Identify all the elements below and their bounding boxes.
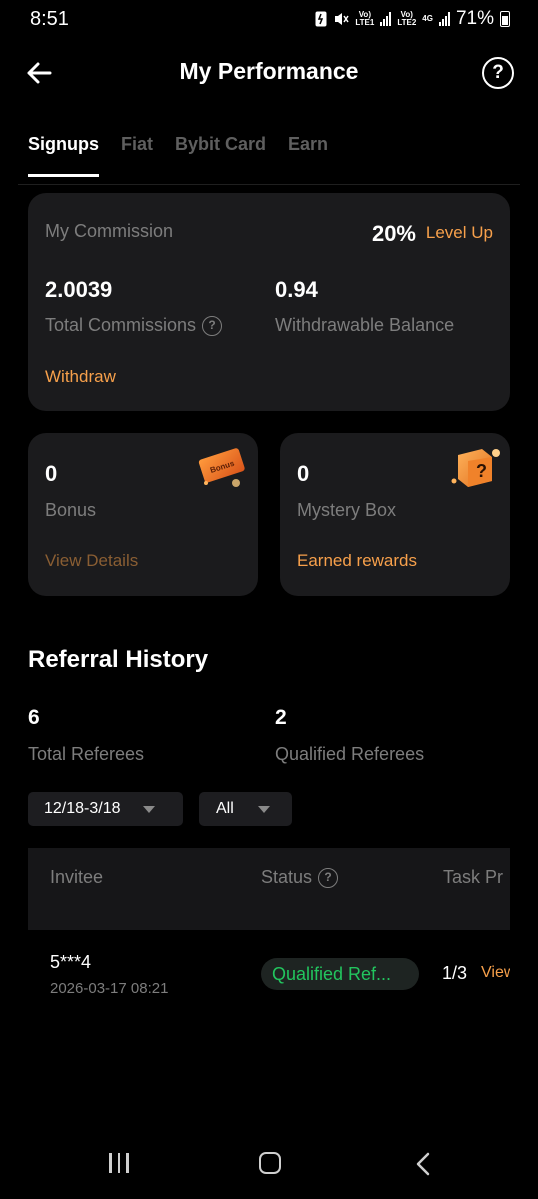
view-details-link[interactable]: View Details	[45, 551, 138, 571]
referral-table: Invitee Status? Task Pr 5***4 2026-03-17…	[28, 848, 510, 1018]
system-nav-bar	[0, 1129, 538, 1199]
tab-fiat[interactable]: Fiat	[121, 134, 153, 177]
status-filter-text: All	[216, 800, 234, 817]
commission-rate: 20%	[371, 221, 416, 246]
mystery-box-label: Mystery Box	[297, 500, 397, 520]
total-commissions-value: 2.0039	[45, 277, 113, 302]
qualified-referees-value: 2	[275, 706, 287, 729]
withdrawable-label: Withdrawable Balance	[275, 315, 455, 335]
total-commissions-text: Total Commissions	[45, 315, 197, 335]
4g-label: 4G	[422, 14, 433, 23]
mystery-box-value: 0	[297, 461, 310, 486]
total-referees-value: 6	[28, 706, 40, 729]
earned-rewards-link[interactable]: Earned rewards	[297, 551, 417, 571]
lte2-label: Vo) LTE2	[397, 10, 417, 27]
tab-bybit-card[interactable]: Bybit Card	[175, 134, 266, 177]
bonus-value: 0	[45, 461, 58, 486]
status-badge: Qualified Ref...	[261, 958, 419, 990]
question-icon[interactable]: ?	[318, 868, 339, 889]
status-time: 8:51	[30, 8, 69, 30]
bonus-card[interactable]: 0 Bonus View Details Bonus	[28, 433, 258, 596]
battery-percent: 71%	[455, 8, 494, 29]
bonus-label: Bonus	[45, 500, 97, 520]
date-range-filter[interactable]: 12/18-3/18	[28, 792, 183, 826]
status-bar: 8:51 Vo) LTE1 Vo) LTE2 4G 71%	[0, 0, 538, 40]
qualified-referees-label: Qualified Referees	[275, 744, 425, 764]
commission-card: My Commission 20% Level Up 2.0039 Total …	[28, 193, 510, 411]
svg-text:?: ?	[476, 461, 487, 481]
help-icon[interactable]: ?	[482, 57, 514, 89]
invitee-date: 2026-03-17 08:21	[50, 980, 169, 997]
header-invitee: Invitee	[50, 867, 104, 887]
tab-earn[interactable]: Earn	[288, 134, 328, 177]
task-progress: 1/3	[442, 963, 468, 983]
date-range-text: 12/18-3/18	[44, 800, 121, 817]
tab-bar: Signups Fiat Bybit Card Earn	[28, 134, 328, 177]
header-task-progress: Task Pr	[443, 867, 504, 887]
status-icons: Vo) LTE1 Vo) LTE2 4G 71%	[315, 8, 510, 30]
header-status-text: Status	[261, 867, 313, 887]
withdraw-link[interactable]: Withdraw	[45, 367, 116, 387]
withdrawable-value: 0.94	[275, 277, 318, 302]
total-referees-label: Total Referees	[28, 744, 145, 764]
page-title: My Performance	[179, 58, 359, 84]
app-header: My Performance ?	[0, 48, 538, 98]
question-icon[interactable]: ?	[202, 316, 223, 337]
nav-home-icon[interactable]	[259, 1152, 281, 1174]
mystery-box-icon: ?	[451, 449, 500, 487]
caret-down-icon	[257, 805, 270, 813]
signal-icon-2	[438, 12, 450, 26]
caret-down-icon	[142, 805, 155, 813]
table-header: Invitee Status? Task Pr	[28, 848, 510, 930]
level-up-link[interactable]: Level Up	[426, 223, 493, 243]
invitee-name: 5***4	[50, 952, 92, 972]
tab-signups[interactable]: Signups	[28, 134, 99, 177]
commission-title: My Commission	[45, 221, 174, 241]
header-status: Status?	[261, 867, 339, 889]
status-filter[interactable]: All	[199, 792, 292, 826]
mute-icon	[335, 13, 349, 25]
view-link[interactable]: View	[481, 964, 510, 982]
total-commissions-label: Total Commissions?	[45, 315, 223, 337]
bonus-ticket-icon: Bonus	[198, 448, 245, 487]
lte1-label: Vo) LTE1	[355, 10, 375, 27]
battery-icon	[500, 11, 510, 27]
signal-icon	[380, 12, 392, 26]
notification-icon	[315, 11, 327, 27]
tabs-divider	[18, 184, 520, 185]
nav-recent-icon[interactable]	[109, 1153, 129, 1173]
referral-history-title: Referral History	[28, 646, 209, 673]
nav-back-icon[interactable]	[414, 1152, 432, 1176]
mystery-box-card[interactable]: 0 Mystery Box Earned rewards ?	[280, 433, 510, 596]
